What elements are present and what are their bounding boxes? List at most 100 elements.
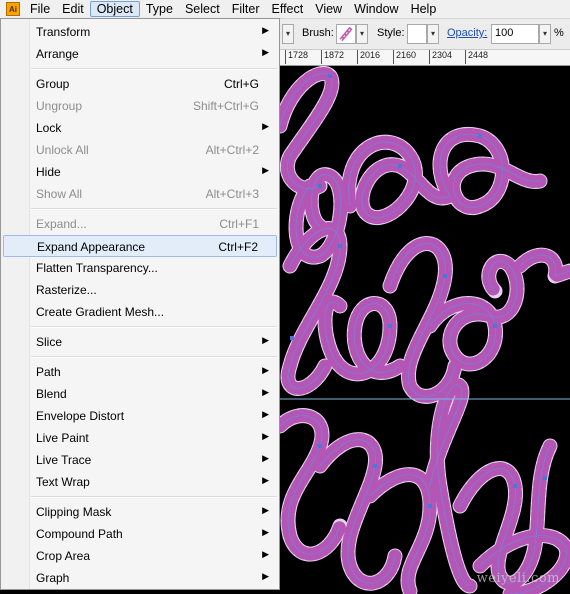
menu-item-label: Graph: [36, 571, 70, 585]
brush-chevron-down-icon[interactable]: ▾: [356, 24, 368, 44]
control-bar: ▾ Brush: ▾ Style: ▾ Opacity: 100 ▾ %: [280, 19, 570, 50]
submenu-arrow-icon: ▶: [262, 365, 269, 375]
opacity-chevron-down-icon[interactable]: ▾: [539, 24, 551, 44]
menu-item-expand-appearance[interactable]: Expand Appearance Ctrl+F2: [3, 235, 277, 257]
menu-item-rasterize[interactable]: Rasterize...: [3, 279, 277, 301]
menu-item-label: Group: [36, 77, 70, 91]
menu-item-label: Create Gradient Mesh...: [36, 305, 165, 319]
ruler-tick-label: 1872: [321, 50, 344, 64]
menu-item-shortcut: Ctrl+G: [223, 77, 259, 91]
menu-item-ungroup[interactable]: Ungroup Shift+Ctrl+G: [3, 95, 277, 117]
submenu-arrow-icon: ▶: [262, 453, 269, 463]
menu-file[interactable]: File: [24, 1, 56, 17]
menu-item-lock[interactable]: Lock ▶: [3, 117, 277, 139]
opacity-input[interactable]: 100: [491, 24, 539, 44]
submenu-arrow-icon: ▶: [262, 505, 269, 515]
menu-item-shortcut: Ctrl+F2: [218, 240, 258, 254]
brush-label: Brush:: [302, 27, 334, 39]
submenu-arrow-icon: ▶: [262, 527, 269, 537]
menu-item-arrange[interactable]: Arrange ▶: [3, 43, 277, 65]
menu-item-group[interactable]: Group Ctrl+G: [3, 73, 277, 95]
menu-item-shortcut: Shift+Ctrl+G: [192, 99, 259, 113]
menu-item-label: Arrange: [36, 47, 79, 61]
ruler-tick-label: 2448: [465, 50, 488, 64]
menu-item-flatten-transparency[interactable]: Flatten Transparency...: [3, 257, 277, 279]
ruler-tick-label: 2304: [429, 50, 452, 64]
menu-item-label: Expand...: [36, 217, 87, 231]
menu-item-label: Lock: [36, 121, 62, 135]
menu-item-graph[interactable]: Graph ▶: [3, 567, 277, 589]
chevron-down-icon[interactable]: ▾: [282, 24, 294, 44]
submenu-arrow-icon: ▶: [262, 47, 269, 57]
menu-window[interactable]: Window: [348, 1, 404, 17]
menu-item-label: Live Trace: [36, 453, 92, 467]
opacity-unit: %: [554, 27, 564, 39]
menu-item-crop-area[interactable]: Crop Area ▶: [3, 545, 277, 567]
menu-item-label: Text Wrap: [36, 475, 90, 489]
horizontal-ruler[interactable]: 1728 1872 2016 2160 2304 2448: [280, 50, 570, 66]
menu-item-blend[interactable]: Blend ▶: [3, 383, 277, 405]
menu-item-label: Rasterize...: [36, 283, 97, 297]
menu-item-live-paint[interactable]: Live Paint ▶: [3, 427, 277, 449]
menu-item-text-wrap[interactable]: Text Wrap ▶: [3, 471, 277, 493]
menu-view[interactable]: View: [309, 1, 348, 17]
menu-item-compound-path[interactable]: Compound Path ▶: [3, 523, 277, 545]
menu-filter[interactable]: Filter: [226, 1, 266, 17]
menu-item-label: Live Paint: [36, 431, 89, 445]
artboard-canvas[interactable]: weiyeli.com: [280, 66, 570, 594]
menu-object[interactable]: Object: [89, 1, 140, 17]
menu-item-envelope-distort[interactable]: Envelope Distort ▶: [3, 405, 277, 427]
candy-cane-lettering-artwork: [280, 66, 570, 594]
menu-item-label: Clipping Mask: [36, 505, 112, 519]
menu-item-label: Flatten Transparency...: [36, 261, 158, 275]
menu-item-shortcut: Ctrl+F1: [219, 217, 259, 231]
menu-help[interactable]: Help: [405, 1, 443, 17]
submenu-arrow-icon: ▶: [262, 409, 269, 419]
menu-item-hide[interactable]: Hide ▶: [3, 161, 277, 183]
menu-item-label: Crop Area: [36, 549, 91, 563]
submenu-arrow-icon: ▶: [262, 571, 269, 581]
menu-separator: [31, 326, 277, 328]
ruler-tick-label: 2016: [357, 50, 380, 64]
style-label: Style:: [377, 27, 405, 39]
menu-item-path[interactable]: Path ▶: [3, 361, 277, 383]
menu-item-expand[interactable]: Expand... Ctrl+F1: [3, 213, 277, 235]
menu-select[interactable]: Select: [179, 1, 226, 17]
watermark: weiyeli.com: [476, 571, 560, 586]
object-menu: Transform ▶ Arrange ▶ Group Ctrl+G Ungroup Shif…: [0, 18, 280, 590]
submenu-arrow-icon: ▶: [262, 387, 269, 397]
style-swatch[interactable]: [407, 24, 427, 44]
submenu-arrow-icon: ▶: [262, 335, 269, 345]
menu-separator: [31, 356, 277, 358]
menu-edit[interactable]: Edit: [56, 1, 90, 17]
submenu-arrow-icon: ▶: [262, 25, 269, 35]
menu-effect[interactable]: Effect: [265, 1, 309, 17]
menu-separator: [31, 496, 277, 498]
menu-separator: [31, 208, 277, 210]
submenu-arrow-icon: ▶: [262, 549, 269, 559]
menu-item-label: Hide: [36, 165, 61, 179]
menu-item-label: Ungroup: [36, 99, 83, 113]
menu-item-slice[interactable]: Slice ▶: [3, 331, 277, 353]
menu-item-show-all[interactable]: Show All Alt+Ctrl+3: [3, 183, 277, 205]
menu-item-unlock-all[interactable]: Unlock All Alt+Ctrl+2: [3, 139, 277, 161]
menu-item-live-trace[interactable]: Live Trace ▶: [3, 449, 277, 471]
menu-item-transform[interactable]: Transform ▶: [3, 21, 277, 43]
menu-item-label: Show All: [36, 187, 83, 201]
ruler-tick-label: 1728: [285, 50, 308, 64]
submenu-arrow-icon: ▶: [262, 121, 269, 131]
menu-item-shortcut: Alt+Ctrl+2: [205, 143, 259, 157]
menu-item-create-gradient-mesh[interactable]: Create Gradient Mesh...: [3, 301, 277, 323]
menu-item-label: Compound Path: [36, 527, 123, 541]
menu-bar: Ai File Edit Object Type Select Filter Effect V…: [0, 0, 570, 19]
style-chevron-down-icon[interactable]: ▾: [427, 24, 439, 44]
menu-item-label: Slice: [36, 335, 63, 349]
illustrator-app-icon[interactable]: Ai: [6, 2, 20, 16]
menu-type[interactable]: Type: [140, 1, 179, 17]
brush-swatch-icon: [339, 26, 353, 42]
menu-item-clipping-mask[interactable]: Clipping Mask ▶: [3, 501, 277, 523]
menu-item-label: Transform: [36, 25, 91, 39]
brush-swatch[interactable]: [336, 24, 356, 44]
opacity-link[interactable]: Opacity:: [447, 27, 487, 39]
menu-item-label: Blend: [36, 387, 67, 401]
